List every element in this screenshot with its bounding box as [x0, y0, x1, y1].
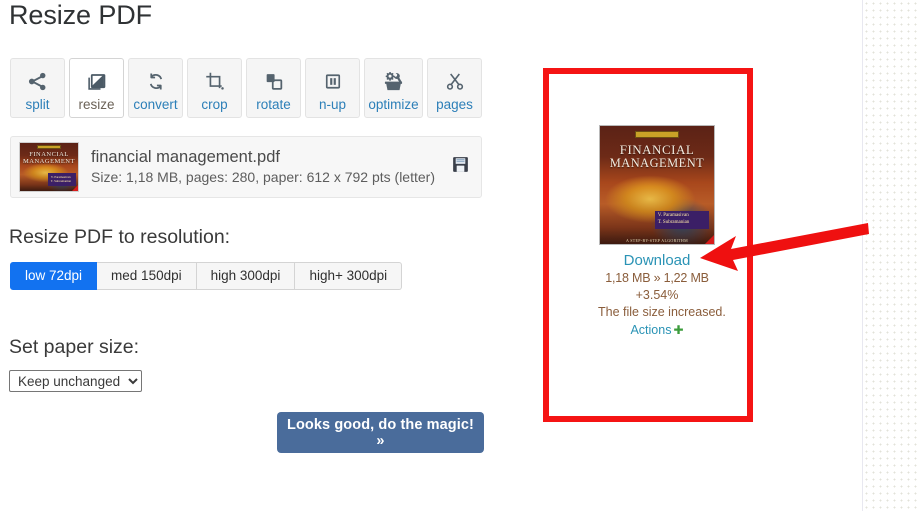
annotation-arrow [690, 205, 870, 280]
file-thumb-title-line1: FINANCIAL [29, 151, 69, 158]
result-cover-corner [705, 235, 714, 244]
tool-crop-label: crop [201, 97, 228, 112]
tool-pages-label: pages [436, 97, 473, 112]
paper-size-heading: Set paper size: [9, 336, 140, 358]
scissors-icon [445, 68, 465, 94]
resize-image-icon [86, 68, 108, 94]
resolution-option-high-plus-300dpi[interactable]: high+ 300dpi [295, 262, 403, 290]
crop-icon [205, 68, 225, 94]
tool-optimize-label: optimize [368, 97, 419, 112]
file-name: financial management.pdf [91, 148, 280, 166]
tool-n-up[interactable]: n-up [305, 58, 360, 118]
tool-rotate[interactable]: rotate [246, 58, 301, 118]
uploaded-file-row[interactable]: FINANCIAL MANAGEMENT V. Paramasivan T. Su… [10, 136, 482, 198]
tool-toolbar: split resize convert crop rotate n-up op… [10, 58, 482, 118]
page-background-pattern [862, 0, 917, 511]
actions-link[interactable]: Actions [630, 323, 671, 337]
resolution-heading: Resize PDF to resolution: [9, 226, 231, 248]
tool-n-up-label: n-up [318, 97, 347, 112]
result-cover-band [635, 131, 679, 138]
cover-authors: V. Paramasivan T. Subramanian [47, 173, 76, 186]
cover-corner [72, 185, 78, 191]
tool-optimize[interactable]: optimize [364, 58, 423, 118]
result-thumbnail[interactable]: FINANCIAL MANAGEMENT V. Paramasivan T. Su… [599, 125, 715, 245]
paper-size-select[interactable]: Keep unchanged [9, 370, 142, 392]
refresh-arrows-icon [146, 68, 166, 94]
resolution-option-med-150dpi[interactable]: med 150dpi [97, 262, 197, 290]
result-message: The file size increased. [598, 305, 726, 319]
resolution-option-low-72dpi[interactable]: low 72dpi [10, 262, 98, 290]
result-cover-authors: V. Paramasivan T. Subramanian [654, 211, 710, 229]
file-thumb-title-line2: MANAGEMENT [23, 158, 75, 165]
file-meta: financial management.pdf Size: 1,18 MB, … [91, 147, 452, 187]
columns-icon [323, 68, 343, 94]
tool-crop[interactable]: crop [187, 58, 242, 118]
tool-resize-label: resize [78, 97, 115, 112]
download-link[interactable]: Download [598, 252, 716, 270]
tool-convert-label: convert [133, 97, 178, 112]
plus-icon[interactable]: ✚ [673, 323, 683, 337]
floppy-disk-icon[interactable] [452, 156, 469, 178]
resolution-option-high-300dpi[interactable]: high 300dpi [196, 262, 296, 290]
rotate-pages-icon [264, 68, 284, 94]
submit-button[interactable]: Looks good, do the magic! » [277, 412, 484, 453]
share-nodes-icon [27, 68, 48, 94]
cover-band [37, 145, 61, 149]
tool-pages[interactable]: pages [427, 58, 482, 118]
result-thumb-title-line2: MANAGEMENT [609, 156, 705, 170]
tool-split[interactable]: split [10, 58, 65, 118]
file-thumbnail: FINANCIAL MANAGEMENT V. Paramasivan T. Su… [19, 142, 79, 192]
tool-convert[interactable]: convert [128, 58, 183, 118]
file-details: Size: 1,18 MB, pages: 280, paper: 612 x … [91, 169, 435, 185]
result-thumb-title-line1: FINANCIAL [619, 142, 695, 157]
tool-split-label: split [25, 97, 50, 112]
result-cover-footer: A STEP-BY-STEP ALGORITHM [626, 238, 688, 243]
resize-pdf-page: Resize PDF split resize convert crop rot… [0, 0, 917, 511]
result-percent-change: +3.54% [635, 288, 679, 302]
result-actions: Actions ✚ [598, 322, 716, 339]
page-title: Resize PDF [9, 0, 153, 30]
toolbox-gear-icon [382, 68, 405, 94]
tool-rotate-label: rotate [256, 97, 291, 112]
result-size-change: 1,18 MB » 1,22 MB [605, 271, 709, 285]
resolution-button-group: low 72dpi med 150dpi high 300dpi high+ 3… [10, 262, 403, 290]
tool-resize[interactable]: resize [69, 58, 124, 118]
result-card: FINANCIAL MANAGEMENT V. Paramasivan T. Su… [598, 125, 726, 339]
